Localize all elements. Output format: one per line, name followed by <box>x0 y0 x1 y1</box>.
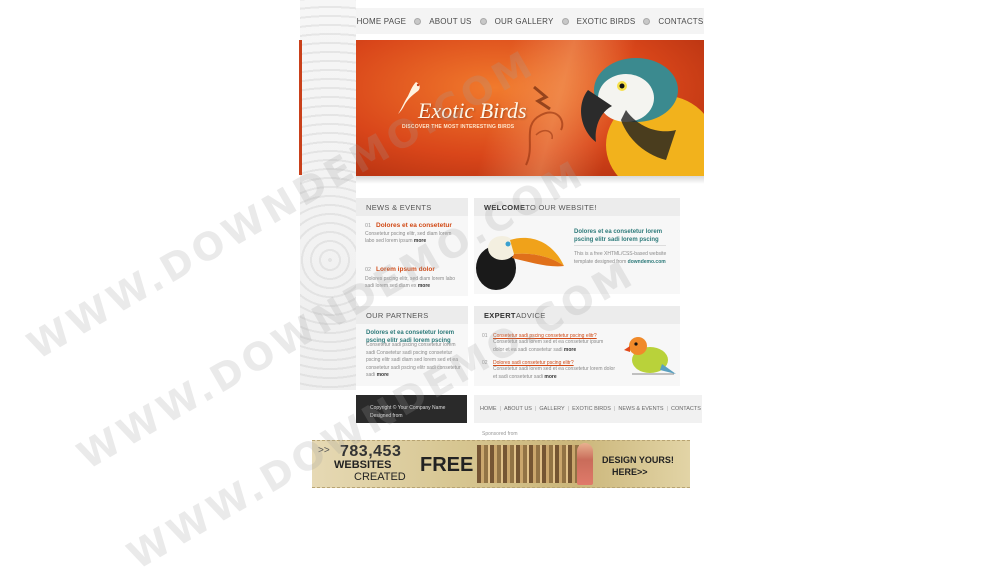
news-more-link[interactable]: more <box>414 238 426 244</box>
welcome-panel: WELCOME TO OUR WEBSITE! Dolores et ea co… <box>474 198 680 294</box>
ad-templates-strip <box>477 445 587 483</box>
nav-separator-icon <box>414 17 422 25</box>
partners-more-link[interactable]: more <box>377 372 389 378</box>
banner-shadow <box>356 176 704 184</box>
ad-banner[interactable]: >> 783,453 WEBSITES CREATED FREE DESIGN … <box>312 440 690 488</box>
news-item-title[interactable]: Dolores et ea consetetur <box>376 222 452 229</box>
nav-separator-icon <box>479 17 487 25</box>
ad-here-link[interactable]: HERE>> <box>612 467 648 477</box>
welcome-heading-rest: TO OUR WEBSITE! <box>525 202 597 212</box>
news-item-number: 01 <box>365 223 372 229</box>
expert-item-number: 01 <box>482 333 488 339</box>
hero-banner: Exotic Birds DISCOVER THE MOST INTERESTI… <box>356 40 704 176</box>
ad-design-yours: DESIGN YOURS! <box>602 455 674 465</box>
welcome-heading: WELCOME TO OUR WEBSITE! <box>474 198 680 216</box>
footer-link-contacts[interactable]: CONTACTS <box>671 406 701 412</box>
ad-line2: CREATED <box>354 471 406 483</box>
news-item-text: Dolores pscing elitr, sed diam lorem lab… <box>365 276 460 291</box>
news-item-body: Dolores pscing elitr, sed diam lorem lab… <box>365 276 456 290</box>
news-events-panel: NEWS & EVENTS 01 Dolores et ea consetetu… <box>356 198 468 296</box>
nav-contacts[interactable]: CONTACTS <box>658 17 703 26</box>
nav-about[interactable]: ABOUT US <box>429 17 471 26</box>
banner-subtitle: DISCOVER THE MOST INTERESTING BIRDS <box>402 124 515 130</box>
ad-line1: WEBSITES <box>334 459 392 471</box>
expert-heading-rest: ADVICE <box>515 310 546 320</box>
footer-link-about[interactable]: ABOUT US <box>504 406 532 412</box>
sponsored-label: Sponsored from <box>482 431 518 437</box>
nav-home[interactable]: HOME PAGE <box>357 17 407 26</box>
news-item-body: Consetetur pscing elitr, sed diam lorem … <box>365 231 452 245</box>
news-heading: NEWS & EVENTS <box>356 198 468 216</box>
expert-item-text: Consetetur sadi lorem sed et ea consetet… <box>493 339 615 354</box>
ad-woman-image <box>577 443 593 485</box>
banner-title: Exotic Birds <box>418 98 527 123</box>
expert-more-link[interactable]: more <box>544 374 556 380</box>
side-pattern <box>300 0 356 390</box>
news-item-text: Consetetur pscing elitr, sed diam lorem … <box>365 231 460 246</box>
expert-heading-bold: EXPERT <box>484 310 516 320</box>
designed-from-text: Designed from <box>370 413 403 419</box>
expert-item-text: Consetetur sadi lorem sed et ea consetet… <box>493 366 615 381</box>
partners-text: Consetetur sadi pscing consetetur lorem … <box>366 342 462 380</box>
ad-arrow-icon: >> <box>318 445 330 456</box>
footer-link-exotic-birds[interactable]: EXOTIC BIRDS <box>572 406 611 412</box>
welcome-link[interactable]: downdemo.com <box>628 259 666 265</box>
welcome-text: This is a free XHTML/CSS-based website t… <box>574 251 670 266</box>
welcome-title: Dolores et ea consetetur lorem pscing el… <box>574 229 663 244</box>
news-item-number: 02 <box>365 267 372 273</box>
ad-free: FREE <box>420 454 474 476</box>
nav-exotic-birds[interactable]: EXOTIC BIRDS <box>577 17 636 26</box>
welcome-heading-bold: WELCOME <box>484 202 526 212</box>
welcome-divider <box>574 245 666 246</box>
partners-panel: OUR PARTNERS Dolores et ea consetetur lo… <box>356 306 468 386</box>
nav-separator-icon <box>561 17 569 25</box>
news-item-title[interactable]: Lorem ipsum dolor <box>376 266 435 273</box>
expert-heading: EXPERT ADVICE <box>474 306 680 324</box>
parrot-image <box>581 58 704 176</box>
footer-link-gallery[interactable]: GALLERY <box>539 406 564 412</box>
footer-copyright: Copyright © Your Company Name Designed f… <box>356 395 467 423</box>
footer-link-home[interactable]: HOME <box>480 406 497 412</box>
nav-separator-icon <box>643 17 651 25</box>
partners-heading: OUR PARTNERS <box>356 306 468 324</box>
lovebird-image <box>624 337 676 375</box>
footer-nav: HOME | ABOUT US | GALLERY | EXOTIC BIRDS | N… <box>474 395 702 423</box>
toucan-image <box>476 236 564 290</box>
expert-advice-panel: EXPERT ADVICE 01 Consetetur sadi pscing … <box>474 306 680 386</box>
news-more-link[interactable]: more <box>418 283 430 289</box>
nav-gallery[interactable]: OUR GALLERY <box>495 17 554 26</box>
orange-rule <box>299 40 302 175</box>
expert-more-link[interactable]: more <box>564 347 576 353</box>
main-nav: HOME PAGE ABOUT US OUR GALLERY EXOTIC BI… <box>356 8 704 34</box>
expert-item-number: 02 <box>482 360 488 366</box>
footer-link-news-events[interactable]: NEWS & EVENTS <box>618 406 663 412</box>
expert-item-body: Consetetur sadi lorem sed et ea consetet… <box>493 339 604 353</box>
copyright-text: Copyright © Your Company Name <box>370 405 446 411</box>
